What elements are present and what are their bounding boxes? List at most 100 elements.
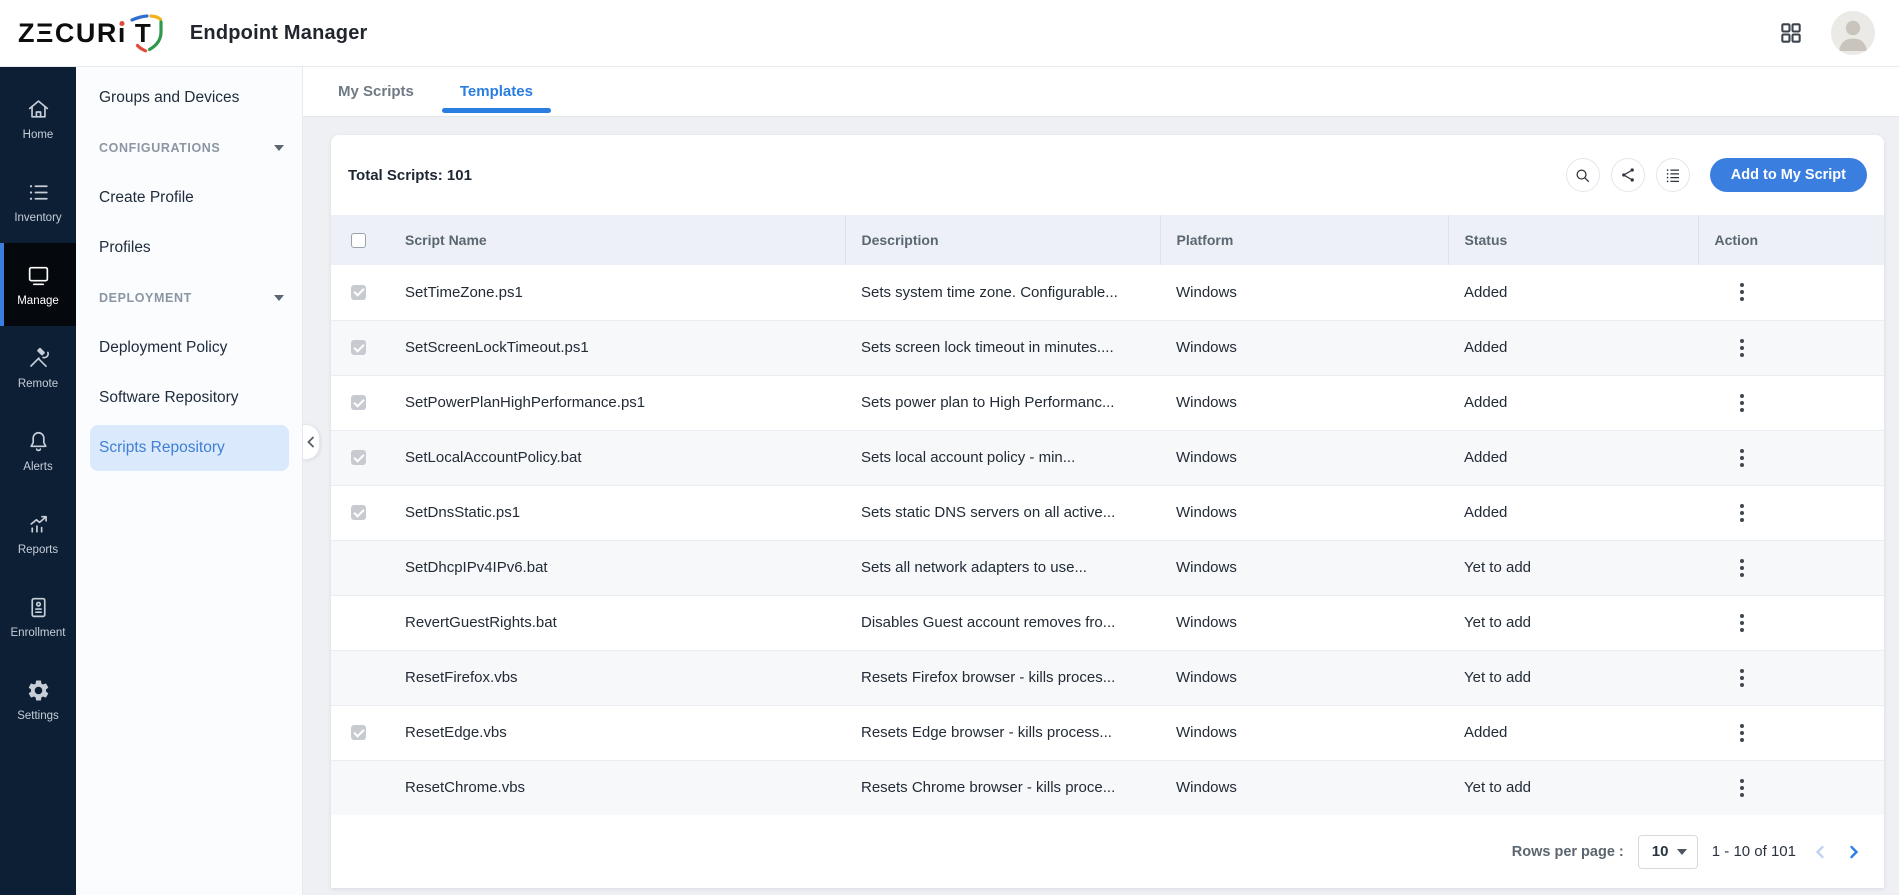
nav-rail-item-enrollment[interactable]: Enrollment (0, 575, 76, 658)
select-all-header-cell (331, 215, 389, 265)
row-actions-kebab-icon[interactable] (1728, 609, 1756, 637)
row-checkbox[interactable] (351, 340, 366, 355)
sidebar-item-software-repository[interactable]: Software Repository (76, 373, 302, 423)
cell-platform: Windows (1160, 760, 1448, 815)
cell-script-name-text: RevertGuestRights.bat (405, 614, 557, 631)
row-actions-kebab-icon[interactable] (1728, 389, 1756, 417)
tab-my-scripts[interactable]: My Scripts (336, 67, 416, 116)
add-to-my-script-button[interactable]: Add to My Script (1709, 158, 1867, 192)
cell-description: Disables Guest account removes fro... (845, 595, 1160, 650)
cell-status-text: Added (1464, 504, 1508, 521)
column-header-label: Action (1714, 232, 1759, 248)
cell-status: Yet to add (1448, 760, 1698, 815)
row-checkbox[interactable] (351, 395, 366, 410)
cell-platform-text: Windows (1176, 614, 1237, 631)
sidebar-item-scripts-repository[interactable]: Scripts Repository (90, 425, 289, 471)
rows-per-page-value: 10 (1651, 843, 1669, 860)
row-action-cell (1698, 375, 1884, 430)
cell-description-text: Sets local account policy - min... (861, 449, 1076, 466)
cell-platform-text: Windows (1176, 339, 1237, 356)
cell-status: Yet to add (1448, 650, 1698, 705)
row-actions-kebab-icon[interactable] (1728, 334, 1756, 362)
table-row: ResetChrome.vbs Resets Chrome browser - k… (331, 760, 1884, 815)
gear-icon (25, 677, 51, 703)
brand-logo: ZΞCUR i T (0, 11, 164, 55)
select-all-checkbox[interactable] (351, 232, 366, 248)
list-icon (25, 179, 51, 205)
cell-status: Yet to add (1448, 540, 1698, 595)
cell-platform: Windows (1160, 540, 1448, 595)
nav-rail-item-inventory[interactable]: Inventory (0, 160, 76, 243)
cell-status: Added (1448, 485, 1698, 540)
column-header-description: Description (845, 215, 1161, 265)
row-actions-kebab-icon[interactable] (1728, 554, 1756, 582)
sidebar: Groups and Devices CONFIGURATIONS Create P… (76, 67, 303, 895)
apps-grid-icon[interactable] (1777, 19, 1805, 47)
sidebar-item-label: Create Profile (99, 189, 194, 206)
nav-rail-item-label: Manage (17, 295, 59, 307)
row-actions-kebab-icon[interactable] (1728, 719, 1756, 747)
list-view-button[interactable] (1655, 158, 1690, 192)
total-scripts-label: Total Scripts: 101 (348, 166, 472, 184)
sidebar-section-deployment[interactable]: DEPLOYMENT (76, 273, 302, 323)
row-actions-kebab-icon[interactable] (1728, 278, 1756, 306)
row-checkbox[interactable] (351, 284, 366, 300)
monitor-icon (25, 262, 51, 288)
cell-status: Added (1448, 430, 1698, 485)
cell-platform-text: Windows (1176, 669, 1237, 686)
row-actions-kebab-icon[interactable] (1728, 444, 1756, 472)
brand-wordmark: ZΞCUR i (18, 18, 127, 49)
sidebar-section-label: CONFIGURATIONS (99, 141, 221, 155)
pagination-next-button[interactable] (1844, 842, 1864, 862)
cell-status: Added (1448, 265, 1698, 320)
row-checkbox[interactable] (351, 450, 366, 465)
nav-rail-item-settings[interactable]: Settings (0, 658, 76, 741)
nav-rail-item-label: Reports (17, 544, 59, 556)
row-checkbox[interactable] (351, 505, 366, 520)
rows-per-page-select[interactable]: 10 (1637, 834, 1698, 869)
tab-templates[interactable]: Templates (441, 67, 552, 116)
nav-rail-item-reports[interactable]: Reports (0, 492, 76, 575)
row-actions-kebab-icon[interactable] (1728, 499, 1756, 527)
row-actions-kebab-icon[interactable] (1728, 774, 1756, 802)
scripts-card: Total Scripts: 101 Add to My Script Scri… (331, 135, 1884, 888)
row-actions-kebab-icon[interactable] (1728, 664, 1756, 692)
column-header-label: Platform (1176, 232, 1234, 248)
sidebar-item-groups-and-devices[interactable]: Groups and Devices (76, 73, 302, 123)
cell-description: Sets local account policy - min... (845, 430, 1160, 485)
sidebar-item-label: Deployment Policy (99, 339, 228, 356)
cell-script-name-text: SetDnsStatic.ps1 (405, 504, 521, 521)
nav-rail-item-label: Alerts (23, 461, 53, 473)
column-header-script-name: Script Name (389, 215, 846, 265)
cell-description: Sets all network adapters to use... (845, 540, 1160, 595)
cell-script-name: RevertGuestRights.bat (389, 595, 845, 650)
cell-platform: Windows (1160, 265, 1448, 320)
share-button[interactable] (1610, 158, 1645, 192)
row-checkbox[interactable] (351, 725, 366, 740)
search-button[interactable] (1565, 158, 1600, 192)
row-action-cell (1698, 320, 1884, 375)
row-action-cell (1698, 650, 1884, 705)
sidebar-item-create-profile[interactable]: Create Profile (76, 173, 302, 223)
brand-wordmark-i: i (117, 17, 127, 48)
table-body: SetTimeZone.ps1 Sets system time zone. Co… (331, 265, 1884, 815)
cell-status: Added (1448, 705, 1698, 760)
sidebar-item-deployment-policy[interactable]: Deployment Policy (76, 323, 302, 373)
nav-rail-item-remote[interactable]: Remote (0, 326, 76, 409)
sidebar-section-configurations[interactable]: CONFIGURATIONS (76, 123, 302, 173)
cell-script-name-text: ResetEdge.vbs (405, 724, 507, 741)
row-checkbox-cell (331, 265, 389, 320)
table-row: SetLocalAccountPolicy.bat Sets local acco… (331, 430, 1884, 485)
user-avatar[interactable] (1831, 11, 1875, 55)
nav-rail-item-alerts[interactable]: Alerts (0, 409, 76, 492)
nav-rail-item-label: Settings (17, 710, 59, 722)
cell-status-text: Added (1464, 283, 1508, 301)
column-header-action: Action (1698, 215, 1884, 265)
pagination-prev-button[interactable] (1810, 842, 1830, 862)
nav-rail-item-home[interactable]: Home (0, 77, 76, 160)
nav-rail-item-manage[interactable]: Manage (0, 243, 76, 326)
row-checkbox-cell (331, 595, 389, 650)
cell-script-name: SetScreenLockTimeout.ps1 (389, 320, 845, 375)
sidebar-item-profiles[interactable]: Profiles (76, 223, 302, 273)
cell-status: Yet to add (1448, 595, 1698, 650)
